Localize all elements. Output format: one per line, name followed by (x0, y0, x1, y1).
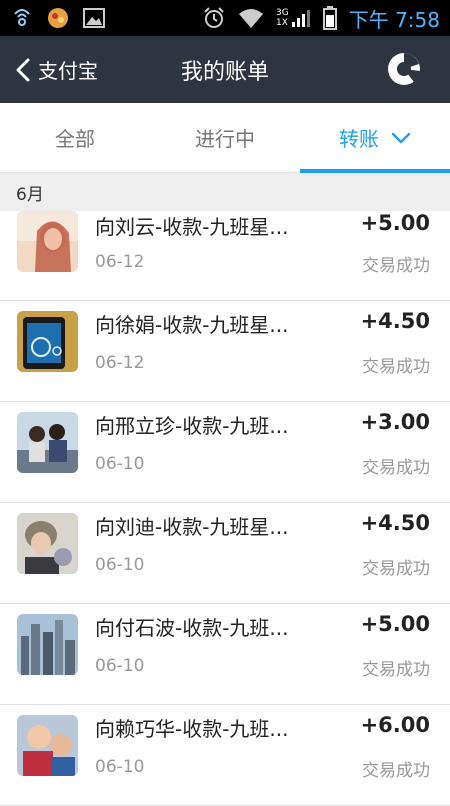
image-icon (82, 7, 106, 29)
bill-amount: +5.00 (360, 612, 430, 636)
bill-status: 交易成功 (362, 458, 430, 478)
network-type-label-2: 1X (276, 18, 288, 28)
pie-chart-icon (388, 53, 420, 85)
tab-all[interactable]: 全部 (0, 103, 150, 172)
list-item[interactable]: 向刘迪-收款-九班星... 06-10 +4.50 交易成功 (0, 503, 450, 604)
bill-amount: +6.00 (360, 713, 430, 737)
bill-title: 向赖巧华-收款-九班... (95, 717, 289, 741)
tab-transfer[interactable]: 转账 (300, 103, 450, 173)
bill-list: 向刘云-收款-九班星... 06-12 +5.00 交易成功 向徐娟-收款-九班… (0, 211, 450, 806)
bill-amount: +4.50 (360, 309, 430, 333)
bill-amount: +3.00 (360, 410, 430, 434)
back-button[interactable]: 支付宝 (14, 36, 98, 103)
bill-date: 06-12 (95, 353, 145, 373)
avatar (17, 614, 78, 675)
bill-title: 向邢立珍-收款-九班... (95, 414, 289, 438)
bill-date: 06-10 (95, 656, 145, 676)
bill-title: 向徐娟-收款-九班星... (95, 313, 289, 337)
bill-status: 交易成功 (362, 256, 430, 276)
bill-status: 交易成功 (362, 761, 430, 781)
month-section-header: 6月 (0, 173, 450, 211)
statistics-button[interactable] (386, 51, 422, 87)
list-item[interactable]: 向刘云-收款-九班星... 06-12 +5.00 交易成功 (0, 211, 450, 301)
bill-status: 交易成功 (362, 660, 430, 680)
clock: 下午 7:58 (348, 7, 440, 32)
bill-title: 向付石波-收款-九班... (95, 616, 289, 640)
bill-status: 交易成功 (362, 357, 430, 377)
bill-date: 06-12 (95, 252, 145, 272)
bill-date: 06-10 (95, 757, 145, 777)
alarm-icon (202, 6, 226, 30)
bill-amount: +4.50 (360, 511, 430, 535)
tab-label: 全部 (55, 127, 95, 151)
wireless-icon (10, 8, 34, 28)
filter-tabs: 全部 进行中 转账 (0, 103, 450, 173)
list-item[interactable]: 向徐娟-收款-九班星... 06-12 +4.50 交易成功 (0, 301, 450, 402)
chevron-left-icon (14, 57, 32, 83)
avatar (17, 513, 78, 574)
bill-date: 06-10 (95, 555, 145, 575)
battery-icon (322, 6, 337, 30)
bill-date: 06-10 (95, 454, 145, 474)
avatar (17, 211, 78, 272)
nav-bar: 支付宝 我的账单 (0, 36, 450, 103)
network-type-label: 3G (276, 8, 289, 18)
list-item[interactable]: 向赖巧华-收款-九班... 06-10 +6.00 交易成功 (0, 705, 450, 806)
list-item[interactable]: 向邢立珍-收款-九班... 06-10 +3.00 交易成功 (0, 402, 450, 503)
back-label: 支付宝 (38, 59, 98, 83)
bill-title: 向刘迪-收款-九班星... (95, 515, 289, 539)
list-item[interactable]: 向付石波-收款-九班... 06-10 +5.00 交易成功 (0, 604, 450, 705)
tab-label: 进行中 (195, 127, 255, 151)
tab-label: 转账 (339, 127, 379, 151)
chevron-down-icon (391, 132, 411, 144)
avatar (17, 412, 78, 473)
avatar (17, 311, 78, 372)
signal-icon: 3G 1X (276, 8, 311, 28)
status-bar: 3G 1X 下午 7:58 (0, 0, 450, 36)
bill-title: 向刘云-收款-九班星... (95, 215, 289, 239)
bill-amount: +5.00 (360, 211, 430, 235)
app-notification-icon (46, 6, 70, 30)
avatar (17, 715, 78, 776)
tab-in-progress[interactable]: 进行中 (150, 103, 300, 172)
month-label: 6月 (16, 184, 44, 205)
wifi-icon (238, 8, 264, 28)
bill-status: 交易成功 (362, 559, 430, 579)
